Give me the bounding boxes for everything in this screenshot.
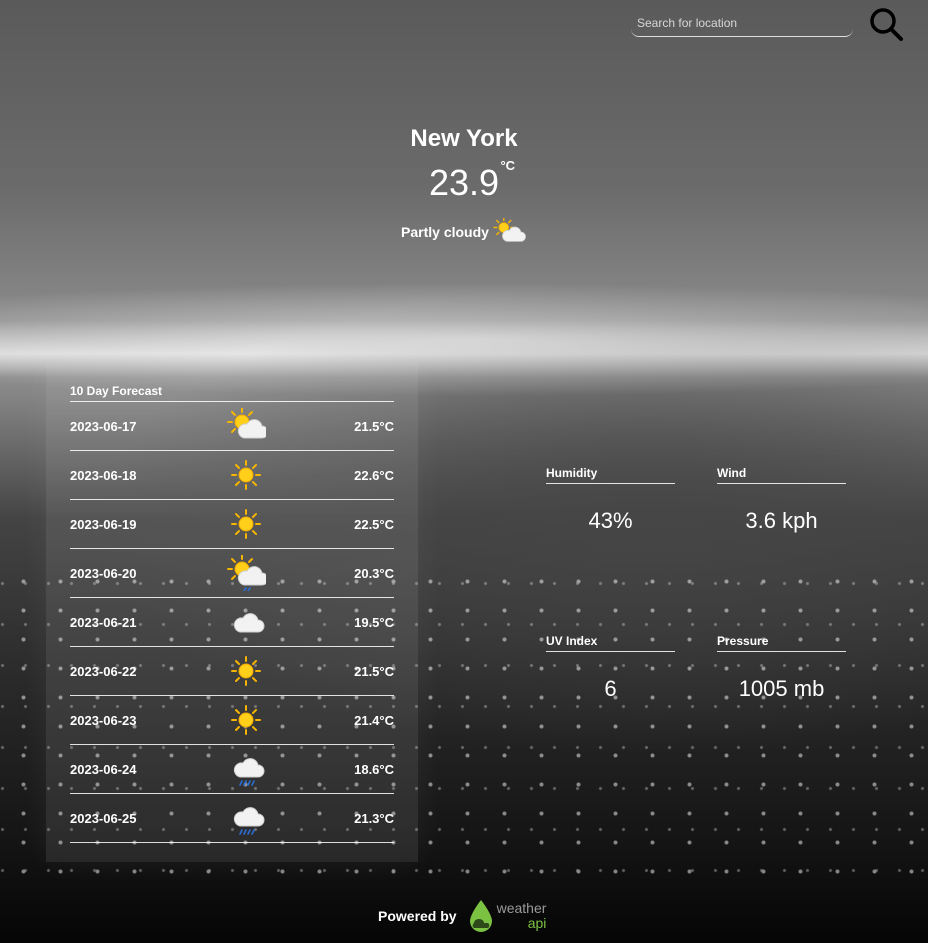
forecast-row: 2023-06-18 22.6°C: [70, 451, 394, 500]
forecast-date: 2023-06-19: [70, 517, 137, 532]
humidity-label: Humidity: [546, 466, 675, 484]
forecast-date: 2023-06-20: [70, 566, 137, 581]
forecast-date: 2023-06-17: [70, 419, 137, 434]
forecast-row: 2023-06-17 21.5°C: [70, 402, 394, 451]
forecast-temp: 21.3°C: [354, 811, 394, 826]
logo-word-api: api: [527, 915, 547, 931]
logo-word-weather: weather: [496, 900, 547, 916]
uv-index-value: 6: [604, 676, 617, 701]
forecast-date: 2023-06-24: [70, 762, 137, 777]
condition-text: Partly cloudy: [401, 224, 489, 240]
forecast-date: 2023-06-21: [70, 615, 137, 630]
weatherapi-logo[interactable]: weather api: [467, 898, 547, 934]
humidity-card: Humidity 43%: [546, 466, 675, 534]
pressure-card: Pressure 1005 mb: [717, 634, 846, 702]
sunny-icon: [231, 705, 261, 735]
current-condition: Partly cloudy: [0, 218, 928, 246]
forecast-panel: 10 Day Forecast 2023-06-17 21.5°C 2023-06-…: [46, 362, 418, 862]
partly-cloudy-icon: [493, 218, 526, 242]
current-weather: New York 23.9 °C Partly cloudy: [0, 122, 928, 246]
wind-label: Wind: [717, 466, 846, 484]
forecast-date: 2023-06-18: [70, 468, 137, 483]
humidity-value: 43%: [588, 508, 633, 533]
forecast-row: 2023-06-19 22.5°C: [70, 500, 394, 549]
temperature-unit: °C: [500, 158, 516, 173]
forecast-row: 2023-06-25 21.3°C: [70, 794, 394, 843]
powered-by-text: Powered by: [378, 908, 457, 924]
forecast-temp: 18.6°C: [354, 762, 394, 777]
forecast-date: 2023-06-23: [70, 713, 137, 728]
forecast-row: 2023-06-24 18.6°C: [70, 745, 394, 794]
forecast-temp: 22.6°C: [354, 468, 394, 483]
forecast-date: 2023-06-25: [70, 811, 137, 826]
forecast-temp: 21.5°C: [354, 664, 394, 679]
forecast-temp: 20.3°C: [354, 566, 394, 581]
footer: Powered by weather api: [378, 896, 546, 936]
search-button[interactable]: [866, 5, 906, 45]
wind-value: 3.6 kph: [745, 508, 818, 533]
uv-index-label: UV Index: [546, 634, 675, 652]
forecast-date: 2023-06-22: [70, 664, 137, 679]
forecast-temp: 21.5°C: [354, 419, 394, 434]
uv-index-card: UV Index 6: [546, 634, 675, 702]
weatherapi-drop-icon: [469, 900, 492, 932]
pressure-value: 1005 mb: [738, 676, 825, 701]
sunny-icon: [231, 509, 261, 539]
forecast-row: 2023-06-21 19.5°C: [70, 598, 394, 647]
cloudy-icon: [233, 613, 265, 633]
patchy-rain-icon: [227, 555, 266, 591]
rain-cloud-icon: [233, 807, 265, 835]
city-name: New York: [410, 125, 518, 152]
wind-card: Wind 3.6 kph: [717, 466, 846, 534]
forecast-row: 2023-06-22 21.5°C: [70, 647, 394, 696]
search-input[interactable]: [631, 9, 853, 37]
partly-cloudy-icon: [227, 408, 266, 439]
forecast-row: 2023-06-23 21.4°C: [70, 696, 394, 745]
forecast-row: 2023-06-20 20.3°C: [70, 549, 394, 598]
search-icon: [870, 8, 903, 41]
forecast-temp: 22.5°C: [354, 517, 394, 532]
forecast-temp: 19.5°C: [354, 615, 394, 630]
forecast-temp: 21.4°C: [354, 713, 394, 728]
rain-cloud-icon: [233, 758, 265, 786]
sunny-icon: [231, 656, 261, 686]
current-temperature: 23.9 °C: [428, 158, 515, 204]
pressure-label: Pressure: [717, 634, 846, 652]
temperature-value: 23.9: [428, 162, 500, 203]
forecast-title: 10 Day Forecast: [70, 384, 394, 402]
sunny-icon: [231, 460, 261, 490]
